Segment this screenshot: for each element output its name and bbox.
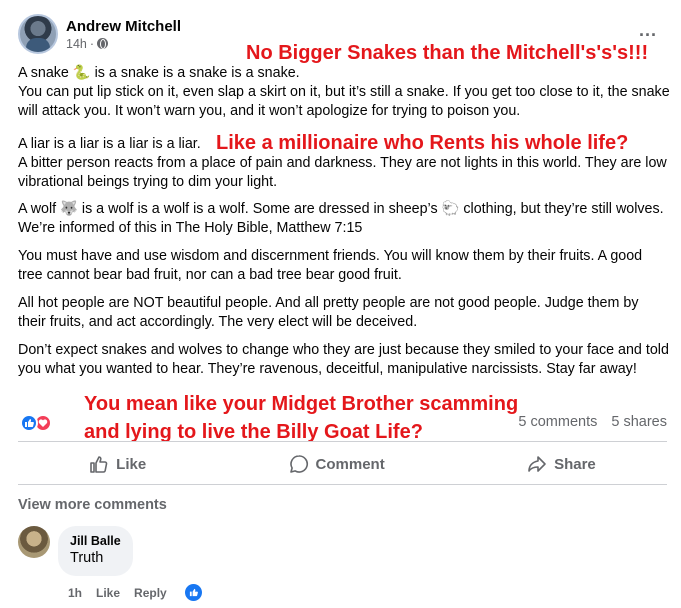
comment-label: Comment: [315, 455, 385, 473]
comment-item: Jill Balle Truth: [18, 526, 133, 576]
comment-button[interactable]: Comment: [289, 454, 385, 474]
divider: [18, 441, 667, 442]
comment-time[interactable]: 1h: [68, 586, 82, 600]
action-bar: Like Comment Share: [18, 446, 667, 482]
globe-icon: [97, 38, 109, 49]
author-avatar[interactable]: [18, 14, 58, 54]
comments-count[interactable]: 5 comments: [518, 414, 597, 430]
overlay-text-middle: Like a millionaire who Rents his whole l…: [216, 132, 629, 154]
overlay-text-bottom: You mean like your Midget Brother scammi…: [84, 393, 519, 443]
reactions[interactable]: [20, 414, 52, 432]
view-more-comments[interactable]: View more comments: [18, 497, 167, 513]
meta-separator: ·: [89, 36, 95, 51]
like-reaction-icon: [20, 414, 38, 432]
divider: [18, 484, 667, 485]
comment-actions: 1h Like Reply: [68, 584, 202, 601]
post-time[interactable]: 14h: [66, 36, 87, 52]
post-header: Andrew Mitchell 14h ·: [18, 14, 181, 54]
post-paragraph: Don’t expect snakes and wolves to change…: [18, 342, 669, 377]
comment-bubble: Jill Balle Truth: [58, 526, 133, 576]
author-name[interactable]: Andrew Mitchell: [66, 17, 181, 36]
post-body: A snake 🐍 is a snake is a snake is a sna…: [18, 64, 670, 387]
post-stats: 5 comments 5 shares: [518, 414, 667, 430]
post-paragraph: You must have and use wisdom and discern…: [18, 248, 643, 283]
comment-reply-button[interactable]: Reply: [134, 586, 167, 600]
like-label: Like: [116, 455, 147, 473]
share-button[interactable]: Share: [527, 454, 596, 474]
comment-like-reaction-icon: [184, 584, 202, 601]
like-button[interactable]: Like: [89, 454, 146, 474]
comment-icon: [289, 455, 308, 473]
comment-text: Truth: [70, 550, 104, 566]
author-block: Andrew Mitchell 14h ·: [66, 17, 181, 52]
commenter-name[interactable]: Jill Balle: [70, 533, 121, 549]
post-paragraph: A wolf 🐺 is a wolf is a wolf is a wolf. …: [18, 201, 664, 236]
post-paragraph: A snake 🐍 is a snake is a snake is a sna…: [18, 65, 670, 119]
more-options-icon[interactable]: ...: [639, 20, 657, 41]
comment-like-button[interactable]: Like: [96, 586, 120, 600]
post-paragraph: A bitter person reacts from a place of p…: [18, 155, 667, 190]
share-label: Share: [554, 455, 596, 473]
thumbs-up-icon: [90, 456, 108, 473]
post-meta: 14h ·: [66, 36, 181, 52]
commenter-avatar[interactable]: [18, 526, 50, 558]
share-icon: [528, 456, 546, 472]
post-paragraph: All hot people are NOT beautiful people.…: [18, 295, 639, 330]
shares-count[interactable]: 5 shares: [611, 414, 667, 430]
overlay-text-top: No Bigger Snakes than the Mitchell's's's…: [246, 42, 649, 64]
